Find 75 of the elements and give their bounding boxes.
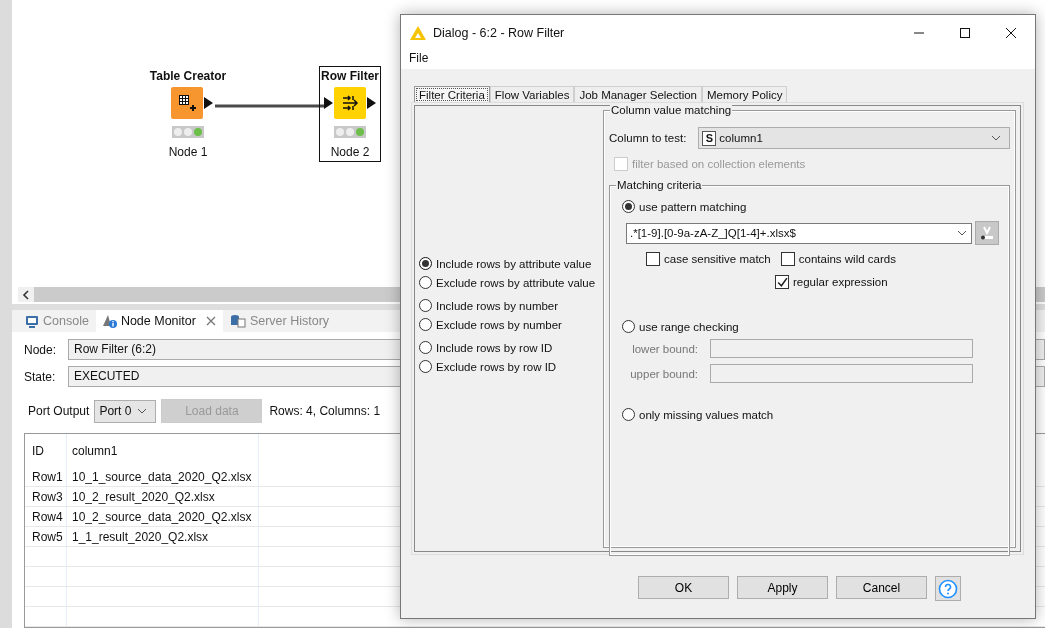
radio-button[interactable] xyxy=(419,341,432,354)
table-cell: 10_2_source_data_2020_Q2.xlsx xyxy=(67,507,259,526)
column-dropdown[interactable]: S column1 xyxy=(698,127,1010,149)
port-output-label: Port Output xyxy=(28,404,90,418)
maximize-icon[interactable] xyxy=(959,27,971,39)
dialog-button[interactable]: OK xyxy=(638,576,729,599)
upper-bound-label: upper bound: xyxy=(629,367,698,380)
info-icon xyxy=(102,314,117,328)
column-header[interactable]: column1 xyxy=(67,434,259,467)
filter-mode-option[interactable]: Include rows by number xyxy=(419,299,603,312)
table-cell: 1_1_result_2020_Q2.xlsx xyxy=(67,527,259,546)
state-label: State: xyxy=(24,369,57,384)
pattern-input-field[interactable]: .*[1-9].[0-9a-zA-Z_]Q[1-4]+.xlsx$ xyxy=(626,222,972,244)
chevron-down-icon xyxy=(137,408,148,414)
table-cell: 10_1_source_data_2020_Q2.xlsx xyxy=(67,467,259,486)
option-checkbox[interactable]: regular expression xyxy=(775,275,888,289)
table-cell: Row1 xyxy=(25,467,67,486)
dialog-button[interactable]: Cancel xyxy=(836,576,927,599)
column-to-test-label: Column to test: xyxy=(609,132,687,144)
option-checkbox[interactable]: contains wild cards xyxy=(780,252,896,266)
dialog-button[interactable]: Apply xyxy=(737,576,828,599)
help-button[interactable] xyxy=(935,576,961,601)
option-checkbox[interactable]: case sensitive match xyxy=(646,252,771,266)
range-checking-radio[interactable]: use range checking xyxy=(622,320,999,333)
column-header[interactable]: ID xyxy=(25,434,67,467)
node-title: Row Filter xyxy=(321,69,379,83)
radio-button[interactable] xyxy=(419,360,432,373)
lower-bound-label: lower bound: xyxy=(631,342,698,355)
missing-values-radio[interactable]: only missing values match xyxy=(622,408,999,421)
group-title: Column value matching xyxy=(610,104,733,116)
table-summary: Rows: 4, Columns: 1 xyxy=(269,404,381,418)
dialog-title: Dialog - 6:2 - Row Filter xyxy=(433,26,565,40)
upper-bound-field[interactable] xyxy=(710,364,973,383)
table-cell: Row3 xyxy=(25,487,67,506)
port-arrow-icon xyxy=(367,97,376,109)
node-icon xyxy=(171,87,203,119)
chevron-down-icon xyxy=(991,135,1001,141)
app-logo-icon xyxy=(410,26,426,40)
variable-icon xyxy=(980,226,994,240)
workflow-node[interactable]: Row Filter Node 2 xyxy=(319,66,381,162)
node-icon xyxy=(334,87,366,119)
monitor-icon xyxy=(25,314,39,328)
scroll-left-icon[interactable] xyxy=(18,287,34,302)
table-cell: 10_2_result_2020_Q2.xlsx xyxy=(67,487,259,506)
node-label: Node 1 xyxy=(168,145,208,159)
node-label: Node: xyxy=(24,342,58,357)
port-arrow-icon xyxy=(204,97,213,109)
chevron-down-icon xyxy=(957,230,967,236)
radio-button[interactable] xyxy=(419,299,432,312)
status-lights-icon xyxy=(172,126,204,138)
close-icon[interactable] xyxy=(1005,27,1017,39)
menu-item[interactable]: File xyxy=(409,51,429,65)
filter-mode-option[interactable]: Exclude rows by attribute value xyxy=(419,276,603,289)
checkmark-icon xyxy=(776,276,788,288)
group-title: Matching criteria xyxy=(616,179,703,191)
radio-button[interactable] xyxy=(419,257,432,270)
status-lights-icon xyxy=(334,126,366,138)
filter-mode-option[interactable]: Exclude rows by row ID xyxy=(419,360,603,373)
panel-tab[interactable]: Node Monitor xyxy=(95,310,223,332)
table-cell: Row5 xyxy=(25,527,67,546)
workflow-node[interactable]: Table Creator Node 1 xyxy=(142,66,234,162)
port-arrow-icon xyxy=(324,97,333,109)
pattern-matching-radio[interactable]: use pattern matching xyxy=(622,200,999,213)
node-title: Table Creator xyxy=(149,69,227,83)
port-dropdown[interactable]: Port 0 xyxy=(94,399,157,423)
filter-mode-option[interactable]: Exclude rows by number xyxy=(419,318,603,331)
table-cell: Row4 xyxy=(25,507,67,526)
radio-button[interactable] xyxy=(419,276,432,289)
lower-bound-field[interactable] xyxy=(710,339,973,358)
node-label: Node 2 xyxy=(330,145,370,159)
database-icon xyxy=(229,314,246,328)
radio-button[interactable] xyxy=(419,318,432,331)
filter-mode-option[interactable]: Include rows by row ID xyxy=(419,341,603,354)
flow-variable-button[interactable] xyxy=(975,221,999,245)
filter-mode-option[interactable]: Include rows by attribute value xyxy=(419,257,603,270)
